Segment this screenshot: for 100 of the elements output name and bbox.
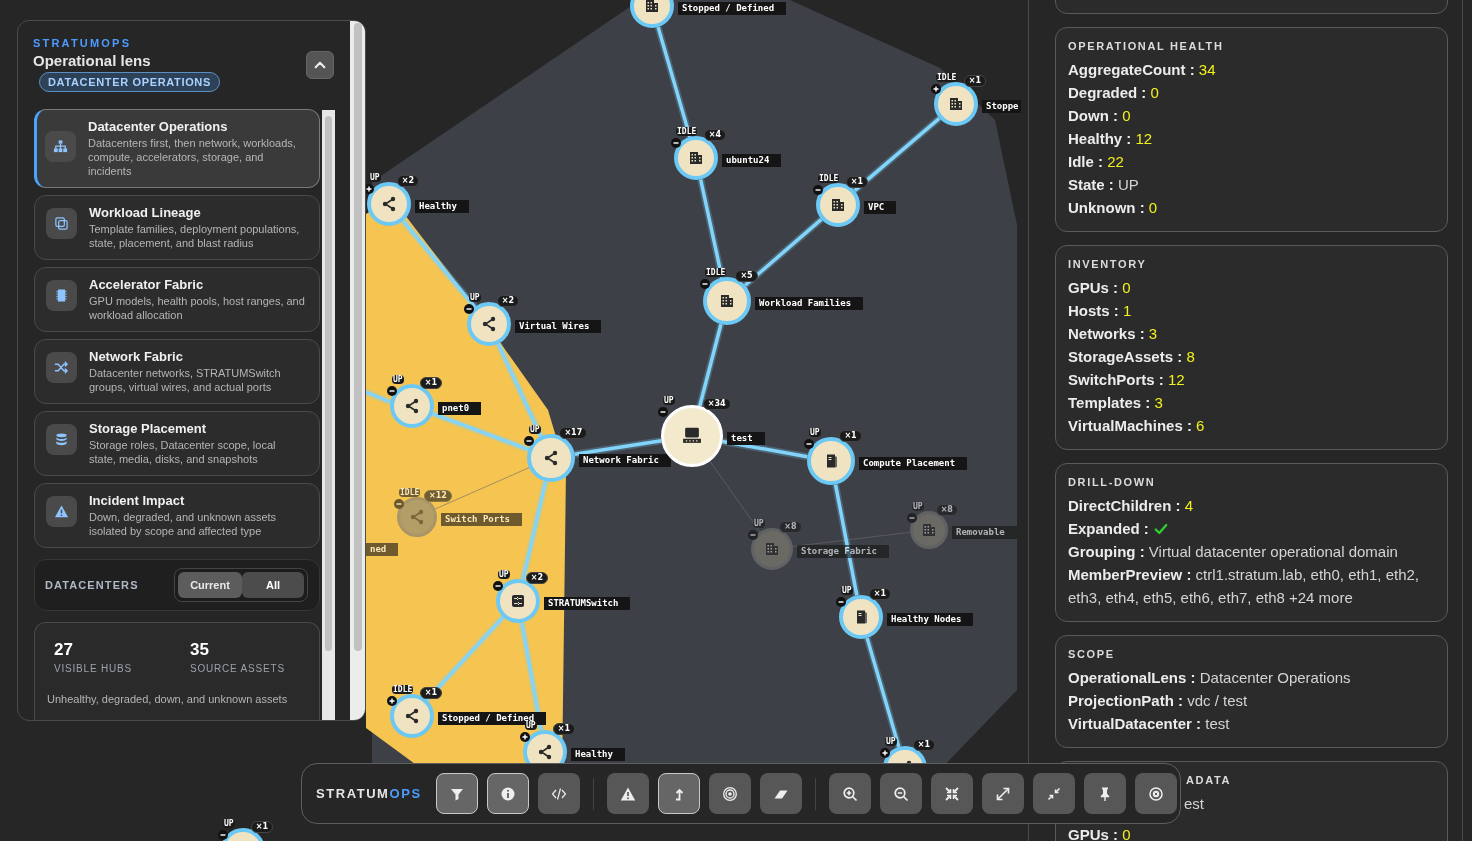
- status-label: UP: [469, 293, 481, 302]
- stat-value: 27: [54, 639, 74, 660]
- share-icon: [481, 316, 497, 332]
- segment-button[interactable]: All: [242, 571, 304, 598]
- close-icon: [1147, 785, 1164, 802]
- property-row-text: State : UP: [1068, 175, 1139, 195]
- share-icon: [404, 398, 420, 414]
- database-icon: [54, 432, 69, 447]
- minus-icon[interactable]: [671, 138, 681, 148]
- plus-icon[interactable]: [387, 696, 397, 706]
- toolbar-button[interactable]: [606, 773, 649, 814]
- toolbar-button[interactable]: [981, 773, 1024, 814]
- collapse-button[interactable]: [306, 51, 335, 79]
- lens-card[interactable]: Incident Impact Down, degraded, and unknown assets isolated by scope and affected type: [34, 483, 320, 548]
- lens-description: Down, degraded, and unknown assets isolated by scope and affected type: [89, 510, 278, 538]
- status-label: UP: [525, 721, 537, 730]
- toolbar-button[interactable]: [1134, 773, 1177, 814]
- toolbar-button[interactable]: [657, 773, 700, 814]
- stat-label: SOURCE ASSETS: [190, 662, 286, 675]
- status-label: UP: [753, 519, 765, 528]
- building-icon: [688, 150, 704, 166]
- status-label: IDLE: [392, 685, 414, 694]
- toolbar-button[interactable]: [537, 773, 580, 814]
- toolbar-button[interactable]: [930, 773, 973, 814]
- collapse-icon: [1045, 785, 1062, 802]
- shuffle-icon: [54, 360, 69, 375]
- minus-icon[interactable]: [387, 386, 397, 396]
- property-row-text: Unknown : 0: [1068, 198, 1158, 218]
- plus-icon[interactable]: [931, 84, 941, 94]
- minus-icon[interactable]: [493, 581, 503, 591]
- code-icon: [550, 785, 567, 802]
- property-row-text: ProjectionPath : vdc / test: [1068, 691, 1248, 711]
- control-panel-icon: [510, 593, 526, 609]
- minus-icon[interactable]: [700, 279, 710, 289]
- status-label: UP: [809, 428, 821, 437]
- target-icon: [721, 785, 738, 802]
- scrollbar-thumb[interactable]: [325, 116, 332, 651]
- warning-icon: [54, 504, 69, 519]
- toolbar-button[interactable]: [879, 773, 922, 814]
- node-label: Removable: [952, 526, 1017, 539]
- minus-icon[interactable]: [836, 597, 846, 607]
- graph-node[interactable]: [397, 497, 437, 537]
- minus-icon[interactable]: [658, 407, 668, 417]
- lens-card[interactable]: Accelerator Fabric GPU models, health pools, host ranges, and workload allocation: [34, 267, 320, 332]
- minus-icon[interactable]: [804, 439, 814, 449]
- graph-node[interactable]: [751, 528, 793, 570]
- lens-card[interactable]: Network Fabric Datacenter networks, STRATUMSwitch groups, virtual wires, and actual ports: [34, 339, 320, 404]
- lens-card[interactable]: Datacenter Operations Datacenters first, then network, workloads, compute, accelerators, storage, and incidents: [34, 109, 320, 188]
- property-row-text: Networks : 3: [1068, 324, 1158, 344]
- node-label: Compute Placement: [859, 457, 968, 470]
- lens-card[interactable]: Storage Placement Storage roles, Datacenter scope, local state, media, disks, and snapshots: [34, 411, 320, 476]
- filter-label: DATACENTERS: [45, 577, 139, 593]
- property-row-text: Degraded : 0: [1068, 83, 1159, 103]
- status-label: UP: [841, 586, 853, 595]
- status-label: UP: [223, 819, 235, 828]
- lens-description: Template families, deployment populations, state, placement, and blast radius: [89, 222, 301, 250]
- property-row-text: SwitchPorts : 12: [1068, 370, 1185, 390]
- status-label: UP: [392, 375, 404, 384]
- segment-button[interactable]: Current: [178, 571, 242, 598]
- toolbar-button[interactable]: [828, 773, 871, 814]
- toolbar-button[interactable]: [708, 773, 751, 814]
- toolbar-button[interactable]: [759, 773, 802, 814]
- node-label: ned: [366, 543, 399, 556]
- node-label: ubuntu24: [722, 154, 782, 167]
- scrollbar-thumb[interactable]: [353, 23, 362, 651]
- brand-label: STRATUMOPS: [33, 36, 132, 50]
- minus-icon[interactable]: [218, 830, 228, 840]
- property-row-text: Down : 0: [1068, 106, 1131, 126]
- property-row-text: OperationalLens : Datacenter Operations: [1068, 668, 1351, 688]
- count-badge: ×8: [935, 504, 958, 516]
- property-row-text: StorageAssets : 8: [1068, 347, 1195, 367]
- card-title: DRILL-DOWN: [1068, 475, 1156, 489]
- toolbar-button[interactable]: [486, 773, 529, 814]
- lens-description: Storage roles, Datacenter scope, local state, media, disks, and snapshots: [89, 438, 277, 466]
- zoom-out-icon: [892, 785, 909, 802]
- count-badge: ×5: [735, 270, 758, 282]
- minus-icon[interactable]: [813, 185, 823, 195]
- sitemap-icon: [53, 139, 68, 154]
- graph-node[interactable]: [910, 511, 948, 549]
- status-label: IDLE: [705, 268, 727, 277]
- zoom-in-icon: [841, 785, 858, 802]
- warning-icon: [619, 785, 636, 802]
- node-label: Storage Fabric: [797, 545, 889, 558]
- status-label: IDLE: [818, 174, 840, 183]
- minus-icon[interactable]: [524, 436, 534, 446]
- count-badge: ×34: [702, 398, 731, 410]
- plus-icon[interactable]: [880, 748, 890, 758]
- toolbar-button[interactable]: [435, 773, 478, 814]
- lens-card[interactable]: Workload Lineage Template families, deployment populations, state, placement, and blast radius: [34, 195, 320, 260]
- status-label: UP: [663, 396, 675, 405]
- plus-icon[interactable]: [520, 732, 530, 742]
- status-label: UP: [885, 737, 897, 746]
- share-icon: [543, 450, 559, 466]
- minus-icon[interactable]: [464, 304, 474, 314]
- node-label: Stoppe: [982, 100, 1021, 113]
- building-icon: [921, 522, 937, 538]
- toolbar-button[interactable]: [1083, 773, 1126, 814]
- property-row-text: AggregateCount : 34: [1068, 60, 1216, 80]
- property-row-text: Hosts : 1: [1068, 301, 1132, 321]
- status-label: IDLE: [676, 127, 698, 136]
